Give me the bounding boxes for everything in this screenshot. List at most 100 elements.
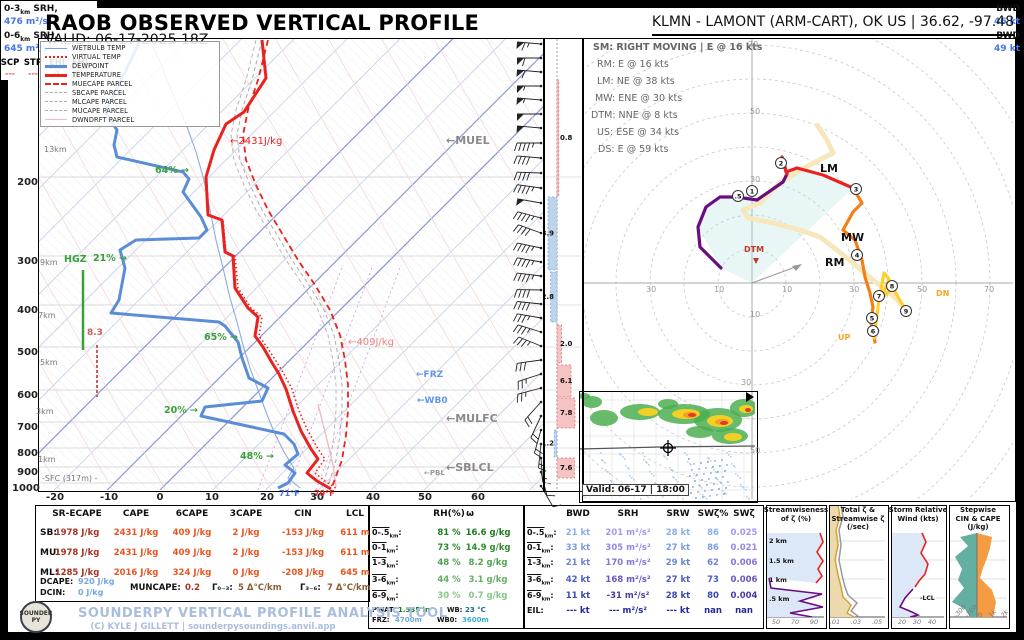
storm-motion-info-line: DS: E @ 59 kts — [598, 144, 668, 155]
rh-annotation: 21% → — [93, 253, 127, 264]
skewt-annotation: ←SBLCL — [446, 461, 494, 474]
table-cell: 0-1km: — [527, 543, 554, 555]
hodo-ring-label: 10 — [750, 310, 760, 319]
table-cell: 21 kt — [566, 528, 591, 538]
table-cell: 2016 J/kg — [114, 568, 159, 578]
mini-panel-text: Total ζ & — [841, 506, 875, 515]
legend-item-label: MUCAPE PARCEL — [72, 107, 128, 115]
legend-item: MUCAPE PARCEL — [45, 106, 219, 115]
skewt-annotation: ←2431J/kg — [230, 136, 282, 147]
sounderpy-logo: SOUNDER PY — [20, 601, 52, 633]
radar-valid-label: Valid: 06-17 | 18:00 — [582, 484, 689, 496]
table-cell: 42 kt — [566, 575, 591, 585]
height-label: 7km — [38, 311, 56, 320]
table-cell: BWD — [566, 509, 590, 519]
mini-panel-text: -LCL — [920, 595, 935, 602]
mini-panel-text: .5 km — [769, 595, 789, 603]
footer-tool-name: SOUNDERPY VERTICAL PROFILE ANALYSIS TOOL — [78, 606, 348, 621]
mini-panel-text: 70 — [791, 618, 799, 626]
legend-item: TEMPERATURE — [45, 71, 219, 80]
hodo-feature-label: UP — [838, 333, 850, 342]
table-cell: 6CAPE — [176, 509, 209, 519]
table-cell: DCIN: — [40, 588, 65, 597]
skewt-legend: WETBULB TEMP VIRTUAL TEMP DEWPOINT TEMPE… — [40, 41, 220, 127]
table-cell: 201 m²/s² — [605, 528, 650, 538]
temp-tick-label: 40 — [366, 492, 380, 503]
rh-annotation: 65% → — [204, 332, 238, 343]
table-cell: 0.7 g/kg — [469, 591, 508, 601]
table-cell: Γ₃₋₆: — [300, 583, 321, 593]
rh-annotation: 48% → — [240, 451, 274, 462]
table-cell: 27 kt — [666, 543, 691, 553]
legend-item-label: SBCAPE PARCEL — [72, 89, 126, 97]
skewt-annotation: ←WB0 — [417, 396, 448, 406]
temp-tick-label: 20 — [260, 492, 274, 503]
table-cell: 2431 J/kg — [114, 528, 159, 538]
pressure-tick-label: 900 — [12, 467, 38, 478]
height-label: 1km — [38, 455, 56, 464]
hodo-ring-label: 30 — [646, 285, 656, 294]
mini-panel-text: Storm Relative — [889, 506, 948, 515]
table-cell: 0.2 — [185, 583, 200, 593]
table-cell: EIL: — [527, 606, 544, 615]
svg-text:6: 6 — [871, 327, 876, 335]
table-cell: 33 kt — [566, 543, 591, 553]
pressure-tick-label: 1000 — [12, 483, 38, 494]
legend-item-label: VIRTUAL TEMP — [72, 53, 121, 61]
storm-motion-info-line: SM: RIGHT MOVING | E @ 16 kts — [593, 42, 762, 53]
rh-annotation: 64% → — [155, 165, 189, 176]
table-cell: SWζ% — [698, 509, 729, 519]
pressure-tick-label: 800 — [12, 448, 38, 459]
legend-item-label: DWNDRFT PARCEL — [72, 116, 134, 124]
legend-item: MLCAPE PARCEL — [45, 97, 219, 106]
storm-motion-info-line: DTM: NNE @ 8 kts — [591, 110, 678, 121]
temp-tick-label: -10 — [100, 492, 118, 503]
table-cell: MUNCAPE: — [130, 583, 181, 593]
table-cell: ω — [466, 509, 474, 519]
table-cell: 3-6km: — [372, 575, 399, 587]
hodo-ring-label: 10 — [714, 285, 724, 294]
hodo-ring-label: 30 — [750, 175, 760, 184]
table-cell: 0.004 — [731, 591, 758, 601]
mini-panel-text: .05 — [872, 618, 882, 626]
table-cell: 611 m — [340, 528, 370, 538]
table-cell: DCAPE: — [40, 577, 73, 586]
pressure-tick-label: 200 — [12, 177, 38, 188]
legend-line-sample — [45, 110, 67, 111]
temp-tick-label: 0 — [157, 492, 164, 503]
figure-frame: 0.8-3.9-2.82.06.17.8-1.27.6 .5123456789 — [0, 0, 1024, 640]
mini-panel-text: of ζ (%) — [781, 515, 811, 524]
pressure-tick-label: 400 — [12, 305, 38, 316]
table-cell: -31 m²/s² — [607, 591, 650, 601]
table-cell: SWζ — [733, 509, 755, 519]
svg-text:4: 4 — [855, 251, 860, 259]
height-label: 9km — [40, 258, 58, 267]
svg-text:9: 9 — [904, 307, 909, 315]
legend-line-sample — [45, 83, 67, 85]
table-cell: --- kt — [666, 606, 689, 616]
table-cell: 73 % — [437, 543, 460, 553]
table-cell: --- m²/s² — [609, 606, 647, 616]
mini-panel-text: 40 — [928, 618, 936, 626]
hodo-ring-label: 30 — [849, 285, 859, 294]
svg-text:7.8: 7.8 — [560, 409, 573, 417]
table-cell: nan — [735, 606, 753, 616]
storm-motion-info-line: LM: NE @ 38 kts — [597, 76, 675, 87]
mini-panel-text: .03 — [851, 618, 861, 626]
height-label: -SFC (317m) - — [42, 474, 97, 483]
temp-tick-label: 60 — [471, 492, 485, 503]
table-cell: 6-9km: — [527, 591, 554, 603]
hodo-feature-label: DTM — [744, 245, 764, 254]
mini-panel-text: (J/kg) — [967, 523, 988, 532]
table-cell: 8.2 g/kg — [469, 558, 508, 568]
svg-text:1: 1 — [750, 187, 755, 195]
legend-item: WETBULB TEMP — [45, 44, 219, 53]
table-cell: -208 J/kg — [282, 568, 324, 578]
table-cell: 1-3km: — [372, 558, 399, 570]
rm-vector-arrowhead — [792, 264, 802, 271]
table-cell: 7 Δ°C/km — [327, 583, 371, 593]
table-cell: 28 kt — [666, 528, 691, 538]
table-cell: 28 kt — [666, 591, 691, 601]
svg-text:0.8: 0.8 — [560, 134, 573, 142]
sbcape-parcel-line — [237, 40, 342, 487]
